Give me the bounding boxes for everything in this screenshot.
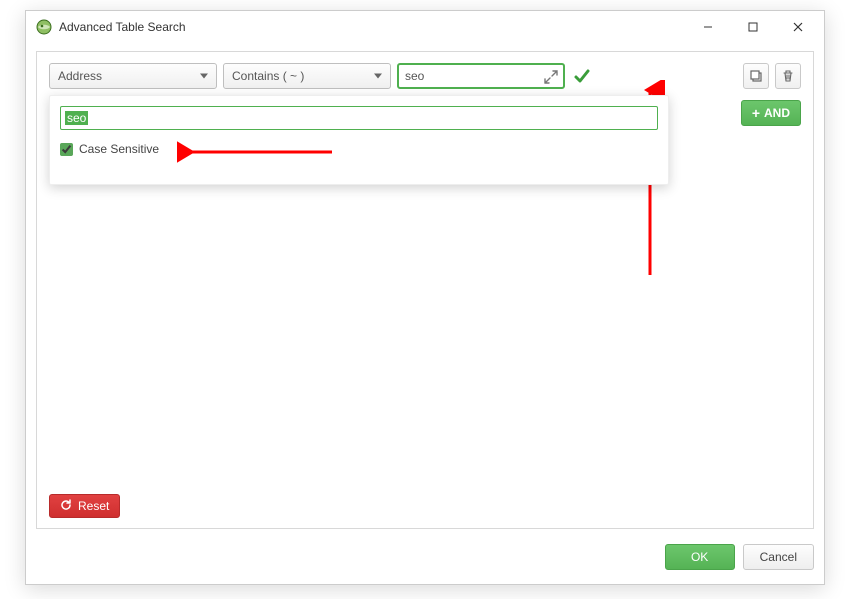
field-dropdown-label: Address <box>58 69 102 83</box>
plus-icon: + <box>752 105 760 121</box>
case-sensitive-checkbox[interactable] <box>60 143 73 156</box>
dialog-window: Advanced Table Search Address Contains (… <box>25 10 825 585</box>
case-sensitive-label: Case Sensitive <box>79 142 159 156</box>
case-sensitive-row: Case Sensitive <box>60 142 159 156</box>
app-icon <box>36 19 52 35</box>
content-panel: Address Contains ( ~ ) seo <box>36 51 814 529</box>
confirm-button[interactable] <box>571 63 593 89</box>
cancel-label: Cancel <box>760 550 797 564</box>
refresh-icon <box>60 499 72 514</box>
chevron-down-icon <box>200 74 208 79</box>
maximize-button[interactable] <box>730 13 775 41</box>
window-controls <box>685 13 820 41</box>
operator-dropdown-label: Contains ( ~ ) <box>232 69 304 83</box>
expand-icon[interactable] <box>542 68 560 86</box>
reset-label: Reset <box>78 499 109 513</box>
ok-label: OK <box>691 550 708 564</box>
cancel-button[interactable]: Cancel <box>743 544 814 570</box>
annotation-arrow-horizontal <box>177 140 337 164</box>
popup-text-value: seo <box>65 111 88 125</box>
add-and-button[interactable]: + AND <box>741 100 801 126</box>
close-button[interactable] <box>775 13 820 41</box>
value-input[interactable]: seo <box>397 63 565 89</box>
titlebar: Advanced Table Search <box>26 11 824 43</box>
value-input-text: seo <box>405 69 424 83</box>
dialog-footer: OK Cancel <box>36 542 814 572</box>
reset-button[interactable]: Reset <box>49 494 120 518</box>
window-title: Advanced Table Search <box>59 20 685 34</box>
filter-row: Address Contains ( ~ ) seo <box>49 63 801 89</box>
copy-button[interactable] <box>743 63 769 89</box>
add-and-label: AND <box>764 106 790 120</box>
popup-text-input[interactable]: seo <box>60 106 658 130</box>
delete-button[interactable] <box>775 63 801 89</box>
operator-dropdown[interactable]: Contains ( ~ ) <box>223 63 391 89</box>
field-dropdown[interactable]: Address <box>49 63 217 89</box>
minimize-button[interactable] <box>685 13 730 41</box>
ok-button[interactable]: OK <box>665 544 735 570</box>
chevron-down-icon <box>374 74 382 79</box>
value-popup: seo Case Sensitive <box>49 95 669 185</box>
